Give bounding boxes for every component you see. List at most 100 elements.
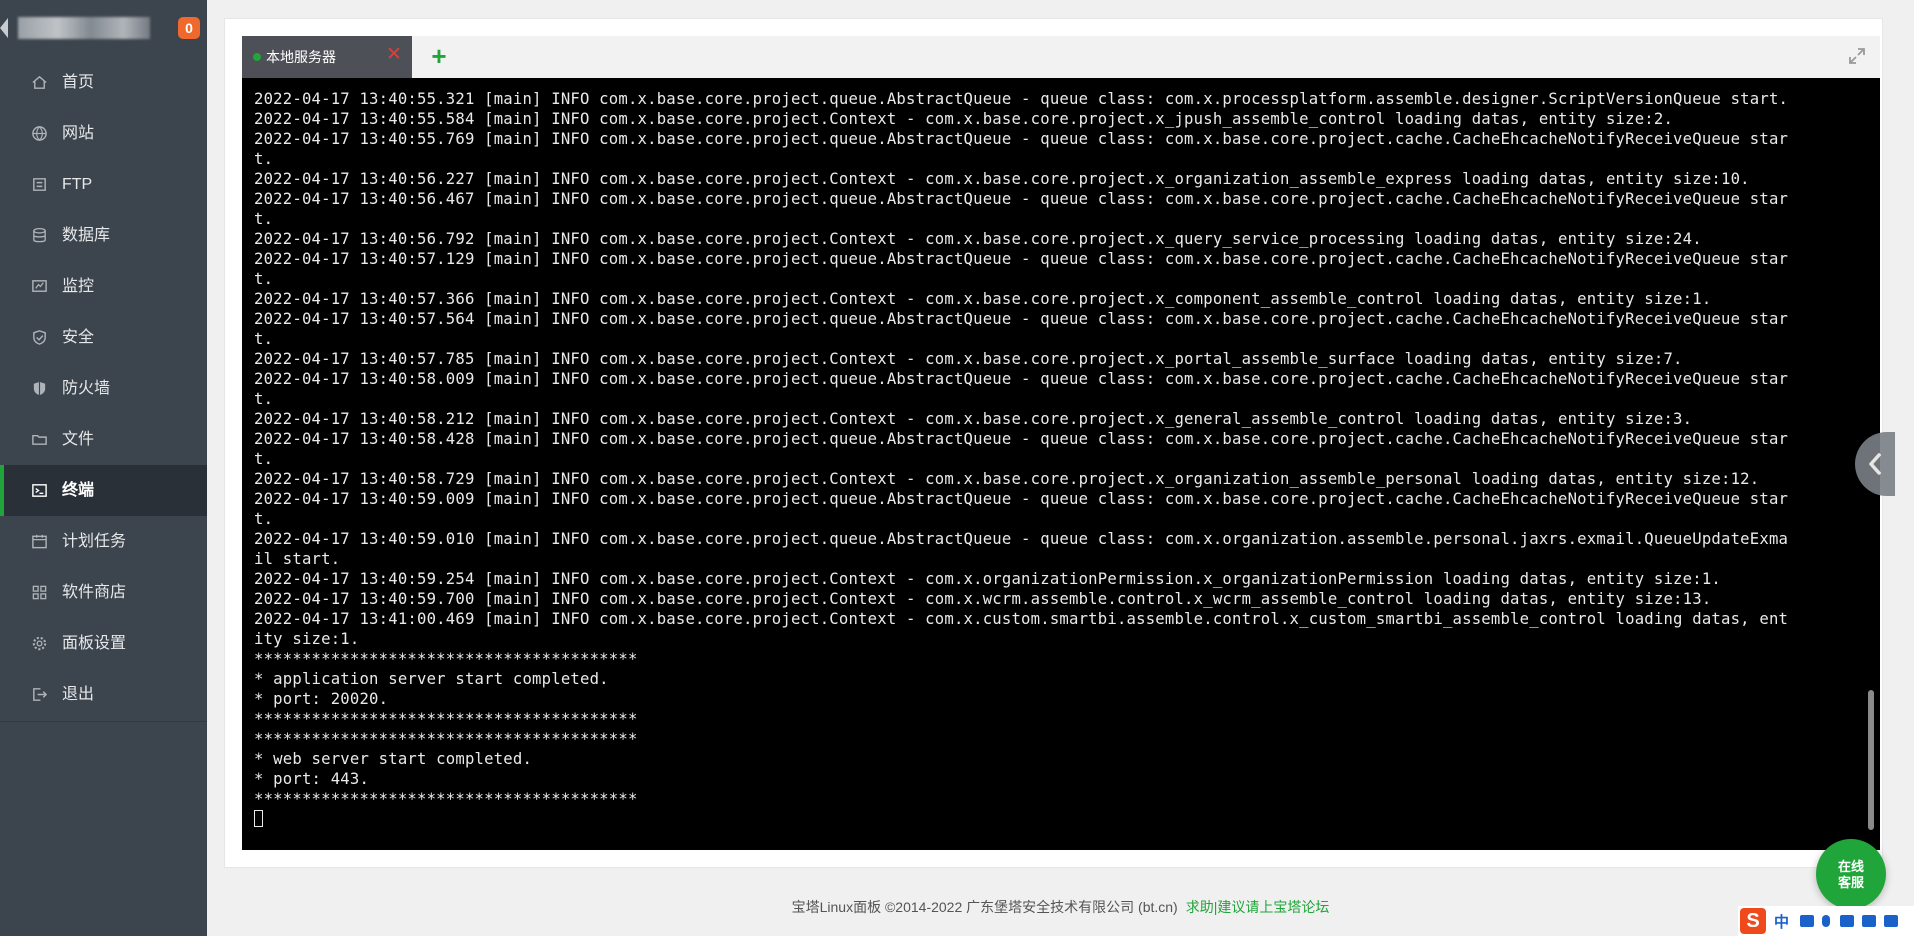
terminal-line: **************************************** bbox=[254, 710, 638, 728]
terminal-tabbar: 本地服务器 ✕ + bbox=[242, 36, 1880, 79]
terminal-line: 2022-04-17 13:40:55.584 [main] INFO com.… bbox=[254, 110, 1674, 128]
sidebar-item-label: 面板设置 bbox=[62, 635, 127, 652]
terminal-line: il start. bbox=[254, 550, 341, 568]
chevron-left-icon bbox=[1869, 453, 1881, 475]
terminal-line: 2022-04-17 13:40:59.009 [main] INFO com.… bbox=[254, 490, 1789, 508]
terminal-line: 2022-04-17 13:40:58.428 [main] INFO com.… bbox=[254, 430, 1789, 448]
forum-link[interactable]: 求助|建议请上宝塔论坛 bbox=[1186, 899, 1330, 915]
terminal-line: * web server start completed. bbox=[254, 750, 533, 768]
folder-icon bbox=[31, 431, 48, 448]
sidebar-item[interactable]: 首页 bbox=[0, 57, 207, 108]
ftp-icon bbox=[31, 176, 48, 193]
home-icon bbox=[31, 74, 48, 91]
tools-icon[interactable] bbox=[1884, 915, 1898, 927]
terminal-scrollbar[interactable] bbox=[1868, 690, 1874, 830]
shield-check-icon bbox=[31, 329, 48, 346]
terminal-line: 2022-04-17 13:41:00.469 [main] INFO com.… bbox=[254, 610, 1789, 628]
sidebar-item-label: 文件 bbox=[62, 431, 95, 448]
sidebar-item[interactable]: 终端 bbox=[0, 465, 207, 516]
terminal-line: t. bbox=[254, 510, 274, 528]
online-status-dot bbox=[253, 53, 261, 61]
sidebar-item[interactable]: 面板设置 bbox=[0, 618, 207, 669]
add-tab-plus-icon[interactable]: + bbox=[425, 42, 453, 70]
terminal-line: 2022-04-17 13:40:57.785 [main] INFO com.… bbox=[254, 350, 1683, 368]
terminal-line: 2022-04-17 13:40:55.769 [main] INFO com.… bbox=[254, 130, 1789, 148]
ime-mode-indicator[interactable]: 中 bbox=[1774, 911, 1789, 932]
sogou-ime-icon[interactable]: S bbox=[1740, 908, 1766, 934]
sidebar-item-label: 软件商店 bbox=[62, 584, 127, 601]
terminal-line: t. bbox=[254, 210, 274, 228]
terminal-line: 2022-04-17 13:40:59.254 [main] INFO com.… bbox=[254, 570, 1721, 588]
logout-icon bbox=[31, 686, 48, 703]
footer-copyright: 宝塔Linux面板 ©2014-2022 广东堡塔安全技术有限公司 (bt.cn… bbox=[791, 899, 1178, 915]
sidebar-item-label: 终端 bbox=[62, 482, 95, 499]
microphone-icon[interactable] bbox=[1822, 915, 1830, 927]
sidebar-item-label: 首页 bbox=[62, 74, 95, 91]
terminal-line: ity size:1. bbox=[254, 630, 360, 648]
calendar-icon bbox=[31, 533, 48, 550]
fullscreen-icon[interactable] bbox=[1847, 46, 1867, 66]
sidebar-item-label: 退出 bbox=[62, 686, 95, 703]
database-icon bbox=[31, 227, 48, 244]
collapse-arrow-icon[interactable] bbox=[0, 18, 8, 38]
sidebar-item-label: FTP bbox=[62, 176, 93, 193]
terminal-line: **************************************** bbox=[254, 730, 638, 748]
terminal-line: 2022-04-17 13:40:59.010 [main] INFO com.… bbox=[254, 530, 1789, 548]
sidebar-divider bbox=[0, 721, 207, 722]
terminal-line: * port: 443. bbox=[254, 770, 370, 788]
terminal-cursor bbox=[254, 810, 263, 827]
server-name-blurred bbox=[18, 17, 150, 39]
gear-icon bbox=[31, 635, 48, 652]
sidebar-item[interactable]: 安全 bbox=[0, 312, 207, 363]
terminal-line: * application server start completed. bbox=[254, 670, 609, 688]
terminal-line: * port: 20020. bbox=[254, 690, 389, 708]
sidebar-item[interactable]: 文件 bbox=[0, 414, 207, 465]
sidebar-item[interactable]: FTP bbox=[0, 159, 207, 210]
firewall-shield-icon bbox=[31, 380, 48, 397]
tab-local-server[interactable]: 本地服务器 ✕ bbox=[242, 36, 412, 78]
sidebar-item-label: 数据库 bbox=[62, 227, 111, 244]
terminal-line: 2022-04-17 13:40:59.700 [main] INFO com.… bbox=[254, 590, 1712, 608]
terminal-line: t. bbox=[254, 450, 274, 468]
ime-toolbar: S 中 bbox=[1738, 906, 1914, 936]
terminal-line: 2022-04-17 13:40:58.729 [main] INFO com.… bbox=[254, 470, 1760, 488]
sidebar-item-label: 计划任务 bbox=[62, 533, 127, 550]
sidebar-item[interactable]: 数据库 bbox=[0, 210, 207, 261]
terminal-line: 2022-04-17 13:40:56.227 [main] INFO com.… bbox=[254, 170, 1750, 188]
sidebar: 0 首页网站 FTP 数据库监控安全防火墙文件终端计划任务软件商店面板设置退出 bbox=[0, 0, 207, 936]
close-icon[interactable]: ✕ bbox=[384, 45, 404, 65]
terminal-line: 2022-04-17 13:40:58.009 [main] INFO com.… bbox=[254, 370, 1789, 388]
apps-grid-icon bbox=[31, 584, 48, 601]
terminal-line: t. bbox=[254, 270, 274, 288]
terminal-line: 2022-04-17 13:40:56.792 [main] INFO com.… bbox=[254, 230, 1702, 248]
sidebar-item[interactable]: 网站 bbox=[0, 108, 207, 159]
notification-badge[interactable]: 0 bbox=[178, 17, 200, 39]
terminal-line: 2022-04-17 13:40:55.321 [main] INFO com.… bbox=[254, 90, 1789, 108]
skin-icon[interactable] bbox=[1862, 915, 1876, 927]
terminal-prompt-line[interactable] bbox=[254, 809, 1859, 829]
tab-title: 本地服务器 bbox=[266, 49, 336, 65]
sidebar-item[interactable]: 退出 bbox=[0, 669, 207, 720]
terminal-line: 2022-04-17 13:40:58.212 [main] INFO com.… bbox=[254, 410, 1693, 428]
sidebar-item[interactable]: 监控 bbox=[0, 261, 207, 312]
sidebar-item[interactable]: 计划任务 bbox=[0, 516, 207, 567]
keyboard-icon[interactable] bbox=[1840, 915, 1854, 927]
sidebar-item-label: 监控 bbox=[62, 278, 95, 295]
sidebar-item-label: 防火墙 bbox=[62, 380, 111, 397]
terminal-line: 2022-04-17 13:40:56.467 [main] INFO com.… bbox=[254, 190, 1789, 208]
terminal-line: t. bbox=[254, 150, 274, 168]
sidebar-header: 0 bbox=[0, 0, 207, 56]
sidebar-item-label: 网站 bbox=[62, 125, 95, 142]
terminal-output[interactable]: 2022-04-17 13:40:55.321 [main] INFO com.… bbox=[242, 78, 1880, 850]
terminal-icon bbox=[31, 482, 48, 499]
online-support-button[interactable]: 在线 客服 bbox=[1816, 839, 1886, 909]
sidebar-item[interactable]: 软件商店 bbox=[0, 567, 207, 618]
sidebar-item-label: 安全 bbox=[62, 329, 95, 346]
sidebar-item[interactable]: 防火墙 bbox=[0, 363, 207, 414]
terminal-lines: 2022-04-17 13:40:55.321 [main] INFO com.… bbox=[254, 89, 1859, 829]
globe-icon bbox=[31, 125, 48, 142]
terminal-line: **************************************** bbox=[254, 790, 638, 808]
punctuation-icon[interactable] bbox=[1800, 915, 1814, 927]
terminal-line: 2022-04-17 13:40:57.564 [main] INFO com.… bbox=[254, 310, 1789, 328]
terminal-line: **************************************** bbox=[254, 650, 638, 668]
